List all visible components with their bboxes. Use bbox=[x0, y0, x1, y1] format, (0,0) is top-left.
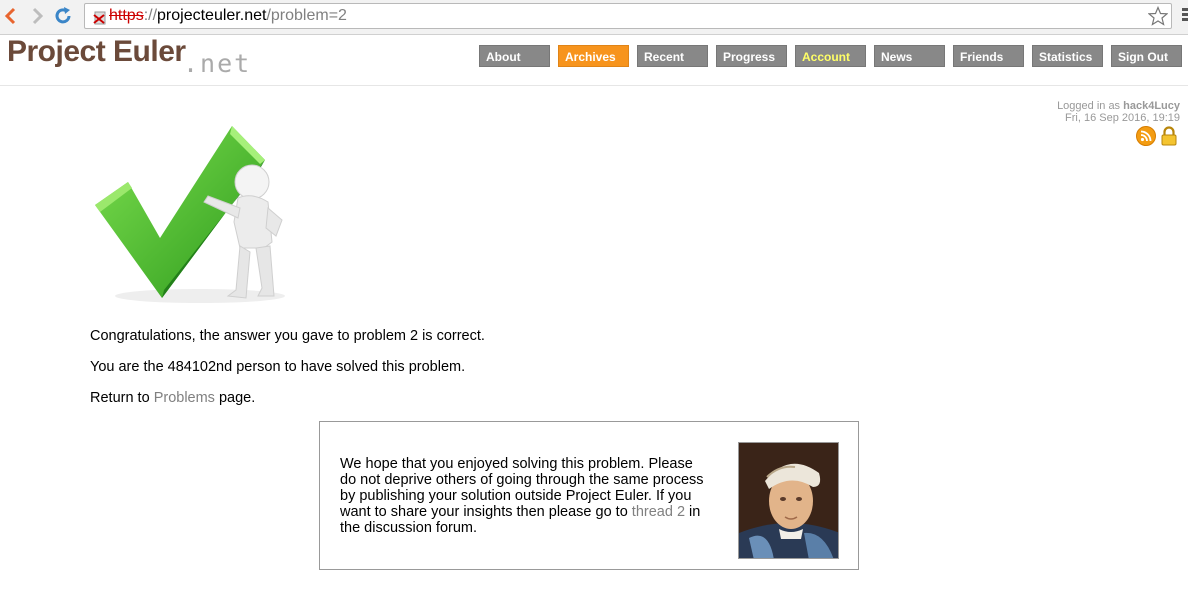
rss-icon[interactable] bbox=[1136, 126, 1156, 151]
logged-in-label: Logged in as bbox=[1057, 100, 1121, 112]
congrats-message: Congratulations, the answer you gave to … bbox=[90, 328, 485, 344]
user-icons bbox=[1136, 126, 1178, 151]
chrome-menu-icon[interactable] bbox=[1182, 8, 1188, 24]
return-suffix: page. bbox=[218, 390, 256, 406]
address-bar[interactable]: https://projecteuler.net/problem=2 bbox=[84, 3, 1172, 29]
nav-news[interactable]: News bbox=[874, 45, 945, 67]
reload-icon[interactable] bbox=[52, 5, 74, 27]
site-logo[interactable]: Project Euler bbox=[7, 35, 186, 69]
solver-position: You are the 484102nd person to have solv… bbox=[90, 359, 466, 375]
url-scheme: https bbox=[109, 7, 144, 24]
return-prefix: Return to bbox=[90, 390, 150, 406]
euler-portrait-image bbox=[738, 442, 839, 559]
nav-about[interactable]: About bbox=[479, 45, 550, 67]
nav-progress[interactable]: Progress bbox=[716, 45, 787, 67]
nav-recent[interactable]: Recent bbox=[637, 45, 708, 67]
nav-sign-out[interactable]: Sign Out bbox=[1111, 45, 1182, 67]
return-line: Return to Problems page. bbox=[90, 390, 485, 407]
main-content: Congratulations, the answer you gave to … bbox=[90, 328, 485, 421]
login-info: Logged in as hack4Lucy Fri, 16 Sep 2016,… bbox=[1057, 100, 1180, 124]
thread-link[interactable]: thread 2 bbox=[632, 504, 685, 520]
url-path: /problem=2 bbox=[266, 7, 347, 24]
nav-account[interactable]: Account bbox=[795, 45, 866, 67]
url-text: https://projecteuler.net/problem=2 bbox=[109, 7, 347, 25]
site-header: Project Euler .net About Archives Recent… bbox=[0, 35, 1188, 86]
nav-statistics[interactable]: Statistics bbox=[1032, 45, 1103, 67]
info-text: We hope that you enjoyed solving this pr… bbox=[340, 456, 710, 536]
insecure-lock-icon[interactable] bbox=[92, 9, 108, 25]
nav-archives[interactable]: Archives bbox=[558, 45, 629, 67]
checkmark-figure-image bbox=[90, 120, 290, 305]
problems-link[interactable]: Problems bbox=[154, 390, 215, 406]
forward-arrow-icon[interactable] bbox=[26, 5, 48, 27]
browser-toolbar: https://projecteuler.net/problem=2 bbox=[0, 0, 1188, 35]
back-arrow-icon[interactable] bbox=[0, 5, 22, 27]
star-icon[interactable] bbox=[1147, 5, 1169, 26]
login-datetime: Fri, 16 Sep 2016, 19:19 bbox=[1065, 112, 1180, 124]
url-separator: :// bbox=[143, 7, 158, 24]
lock-icon[interactable] bbox=[1160, 126, 1178, 151]
info-box: We hope that you enjoyed solving this pr… bbox=[319, 421, 859, 570]
site-logo-suffix: .net bbox=[183, 49, 252, 78]
nav-friends[interactable]: Friends bbox=[953, 45, 1024, 67]
username: hack4Lucy bbox=[1123, 100, 1180, 112]
url-host: projecteuler.net bbox=[157, 7, 267, 24]
